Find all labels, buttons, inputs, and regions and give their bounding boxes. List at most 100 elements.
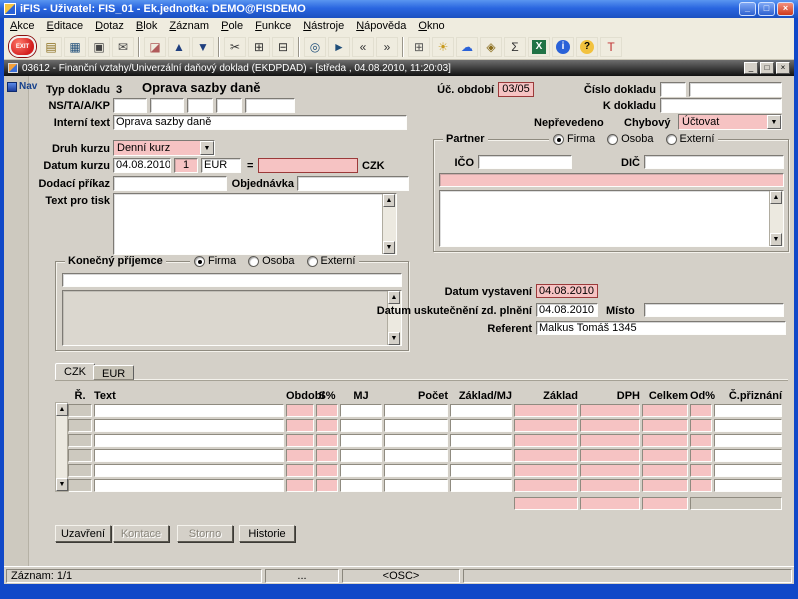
grid-cell-r2-c4[interactable] <box>340 434 382 447</box>
grid-cell-r5-c1[interactable] <box>94 479 284 492</box>
cislo-dokladu-field-2[interactable] <box>689 82 782 97</box>
chevron-down-icon[interactable]: ▼ <box>767 115 781 129</box>
scroll-up-icon[interactable]: ▲ <box>56 403 68 416</box>
grid-cell-r3-c9[interactable] <box>642 449 688 462</box>
grid-cell-r5-c3[interactable] <box>316 479 338 492</box>
historie-button[interactable]: Historie <box>239 525 295 542</box>
ns-field-4[interactable] <box>245 98 295 113</box>
grid-cell-r1-c1[interactable] <box>94 419 284 432</box>
grid-cell-r4-c8[interactable] <box>580 464 640 477</box>
tree-icon[interactable]: T <box>600 36 622 57</box>
menu-item-3[interactable]: Blok <box>130 20 163 32</box>
grid-cell-r2-c11[interactable] <box>714 434 782 447</box>
web-icon[interactable]: ☁ <box>456 36 478 57</box>
scrollbar[interactable]: ▲ ▼ <box>769 191 783 246</box>
grid-cell-r3-c11[interactable] <box>714 449 782 462</box>
grid-cell-r3-c10[interactable] <box>690 449 712 462</box>
partner-radio-1[interactable]: Osoba <box>607 133 654 145</box>
grid-cell-r2-c6[interactable] <box>450 434 512 447</box>
help-icon[interactable]: ? <box>576 36 598 57</box>
lock-icon[interactable]: ◈ <box>480 36 502 57</box>
excel-icon[interactable]: X <box>528 36 550 57</box>
partner-radio-2[interactable]: Externí <box>665 133 714 145</box>
grid-cell-r2-c9[interactable] <box>642 434 688 447</box>
enter-query-icon[interactable]: ◎ <box>304 36 326 57</box>
grid-cell-r4-c3[interactable] <box>316 464 338 477</box>
grid-cell-r3-c8[interactable] <box>580 449 640 462</box>
minimize-button[interactable]: _ <box>739 2 756 16</box>
calculator-icon[interactable]: ⊞ <box>408 36 430 57</box>
chevron-down-icon[interactable]: ▼ <box>200 141 214 155</box>
grid-cell-r5-c8[interactable] <box>580 479 640 492</box>
grid-cell-r1-c11[interactable] <box>714 419 782 432</box>
grid-cell-r5-c2[interactable] <box>286 479 314 492</box>
menu-item-7[interactable]: Nástroje <box>297 20 350 32</box>
tab-eur[interactable]: EUR <box>93 365 135 380</box>
grid-cell-r0-c10[interactable] <box>690 404 712 417</box>
prev-block-icon[interactable]: « <box>352 36 374 57</box>
scroll-down-icon[interactable]: ▼ <box>383 241 395 254</box>
exit-button[interactable]: EXIT <box>9 36 36 57</box>
save-icon[interactable]: ▦ <box>64 36 86 57</box>
referent-field[interactable]: Malkus Tomáš 1345 <box>536 321 786 335</box>
datum-kurzu-field[interactable]: 04.08.2010 <box>113 158 171 173</box>
scrollbar[interactable]: ▲ ▼ <box>382 194 396 254</box>
mena-field[interactable]: EUR <box>201 158 241 173</box>
partner-radio-0[interactable]: Firma <box>553 133 595 145</box>
grid-cell-r1-c8[interactable] <box>580 419 640 432</box>
print-icon[interactable]: ▣ <box>88 36 110 57</box>
grid-cell-r5-c11[interactable] <box>714 479 782 492</box>
menu-item-5[interactable]: Pole <box>215 20 249 32</box>
grid-cell-r4-c2[interactable] <box>286 464 314 477</box>
prijemce-radio-1[interactable]: Osoba <box>248 255 295 267</box>
grid-cell-r1-c5[interactable] <box>384 419 448 432</box>
title-bar[interactable]: iFIS - Uživatel: FIS_01 - Ek.jednotka: D… <box>0 0 798 18</box>
grid-cell-r0-c9[interactable] <box>642 404 688 417</box>
grid-cell-r5-c0[interactable] <box>68 479 92 492</box>
scroll-down-icon[interactable]: ▼ <box>56 478 68 491</box>
grid-cell-r2-c2[interactable] <box>286 434 314 447</box>
sum-icon[interactable]: Σ <box>504 36 526 57</box>
grid-cell-r2-c1[interactable] <box>94 434 284 447</box>
grid-cell-r3-c2[interactable] <box>286 449 314 462</box>
menu-item-6[interactable]: Funkce <box>249 20 297 32</box>
mdi-minimize-button[interactable]: _ <box>744 62 758 74</box>
grid-cell-r3-c6[interactable] <box>450 449 512 462</box>
scroll-up-icon[interactable]: ▲ <box>383 194 395 207</box>
datum-plneni-field[interactable]: 04.08.2010 <box>536 303 598 317</box>
grid-cell-r0-c5[interactable] <box>384 404 448 417</box>
mdi-close-button[interactable]: × <box>776 62 790 74</box>
maximize-button[interactable]: □ <box>758 2 775 16</box>
partner-address-area[interactable]: ▲ ▼ <box>439 190 784 247</box>
scroll-down-icon[interactable]: ▼ <box>388 332 400 345</box>
grid-cell-r2-c7[interactable] <box>514 434 578 447</box>
scrollbar[interactable]: ▲ ▼ <box>387 291 401 345</box>
dic-field[interactable] <box>644 155 784 169</box>
clear-form-icon[interactable]: ◪ <box>144 36 166 57</box>
grid-cell-r3-c1[interactable] <box>94 449 284 462</box>
grid-cell-r1-c2[interactable] <box>286 419 314 432</box>
ns-field-3[interactable] <box>216 98 242 113</box>
mdi-restore-button[interactable]: □ <box>760 62 774 74</box>
cut-icon[interactable]: ✂ <box>224 36 246 57</box>
menu-item-4[interactable]: Záznam <box>163 20 215 32</box>
stav-dropdown[interactable]: Účtovat ▼ <box>678 114 782 130</box>
grid-cell-r1-c4[interactable] <box>340 419 382 432</box>
grid-cell-r1-c7[interactable] <box>514 419 578 432</box>
favorites-icon[interactable]: ☀ <box>432 36 454 57</box>
ns-field-0[interactable] <box>113 98 147 113</box>
kurz-field[interactable] <box>258 158 358 173</box>
k-dokladu-field[interactable] <box>660 98 782 113</box>
prijemce-field[interactable] <box>62 273 402 287</box>
grid-cell-r0-c0[interactable] <box>68 404 92 417</box>
mail-icon[interactable]: ✉ <box>112 36 134 57</box>
grid-cell-r3-c7[interactable] <box>514 449 578 462</box>
druh-kurzu-dropdown[interactable]: Denní kurz ▼ <box>113 140 215 156</box>
grid-cell-r4-c5[interactable] <box>384 464 448 477</box>
grid-cell-r0-c3[interactable] <box>316 404 338 417</box>
grid-cell-r2-c8[interactable] <box>580 434 640 447</box>
copy-icon[interactable]: ⊞ <box>248 36 270 57</box>
grid-cell-r0-c7[interactable] <box>514 404 578 417</box>
grid-cell-r5-c10[interactable] <box>690 479 712 492</box>
scroll-up-icon[interactable]: ▲ <box>770 191 782 204</box>
